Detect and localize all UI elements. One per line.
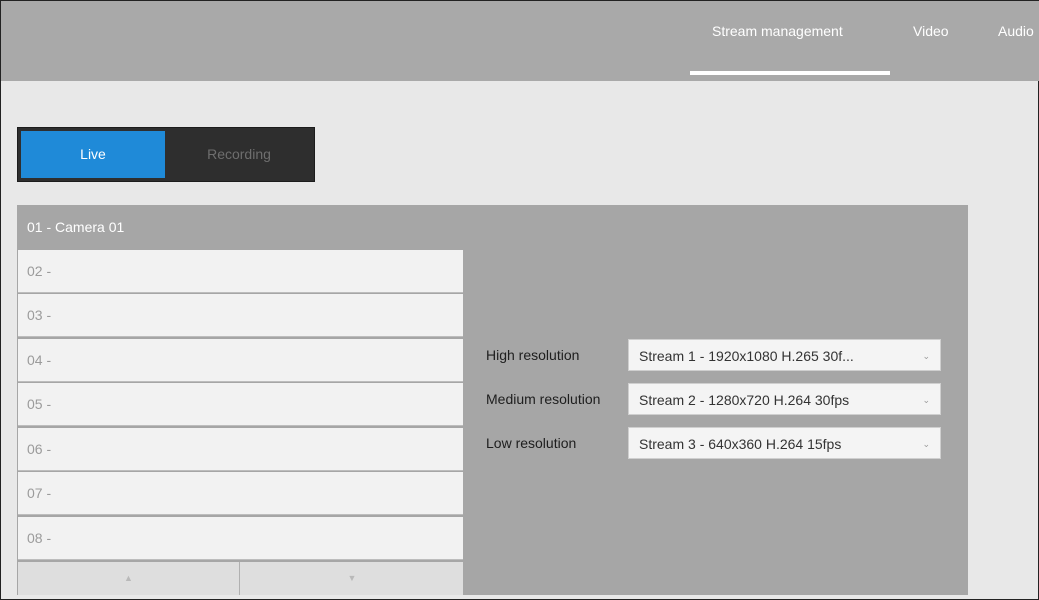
camera-list-item[interactable]: 06 - <box>18 428 463 471</box>
camera-list-item[interactable]: 08 - <box>18 517 463 560</box>
active-tab-indicator <box>690 71 890 75</box>
chevron-down-icon: ⌄ <box>922 351 930 361</box>
high-resolution-select[interactable]: Stream 1 - 1920x1080 H.265 30f... ⌄ <box>628 339 941 371</box>
stream-panel: 01 - Camera 01 02 - 03 - 04 - 05 - 06 - … <box>17 205 968 595</box>
page-up-button[interactable]: ▲ <box>18 562 240 595</box>
live-button[interactable]: Live <box>21 131 165 178</box>
tab-audio[interactable]: Audio <box>998 23 1034 39</box>
low-resolution-value: Stream 3 - 640x360 H.264 15fps <box>639 436 842 452</box>
high-resolution-label: High resolution <box>486 347 580 363</box>
camera-list-pager: ▲ ▼ <box>18 562 463 595</box>
page-down-button[interactable]: ▼ <box>241 562 463 595</box>
chevron-down-icon: ⌄ <box>922 395 930 405</box>
tab-stream-management[interactable]: Stream management <box>712 23 843 39</box>
arrow-up-icon: ▲ <box>124 573 133 583</box>
camera-list-item[interactable]: 04 - <box>18 339 463 382</box>
high-resolution-value: Stream 1 - 1920x1080 H.265 30f... <box>639 348 854 364</box>
camera-list-item[interactable]: 03 - <box>18 294 463 337</box>
selected-camera-header[interactable]: 01 - Camera 01 <box>17 205 462 249</box>
low-resolution-select[interactable]: Stream 3 - 640x360 H.264 15fps ⌄ <box>628 427 941 459</box>
chevron-down-icon: ⌄ <box>922 439 930 449</box>
tab-video[interactable]: Video <box>913 23 949 39</box>
camera-list-item[interactable]: 02 - <box>18 250 463 293</box>
medium-resolution-value: Stream 2 - 1280x720 H.264 30fps <box>639 392 850 408</box>
camera-list-item[interactable]: 05 - <box>18 383 463 426</box>
top-bar: Stream management Video Audio <box>1 1 1039 81</box>
recording-button[interactable]: Recording <box>167 131 311 178</box>
arrow-down-icon: ▼ <box>347 573 357 583</box>
medium-resolution-label: Medium resolution <box>486 391 601 407</box>
top-nav: Stream management Video Audio <box>1 1 1039 81</box>
medium-resolution-select[interactable]: Stream 2 - 1280x720 H.264 30fps ⌄ <box>628 383 941 415</box>
mode-toggle: Live Recording <box>17 127 315 182</box>
low-resolution-label: Low resolution <box>486 435 577 451</box>
camera-list-item[interactable]: 07 - <box>18 472 463 515</box>
